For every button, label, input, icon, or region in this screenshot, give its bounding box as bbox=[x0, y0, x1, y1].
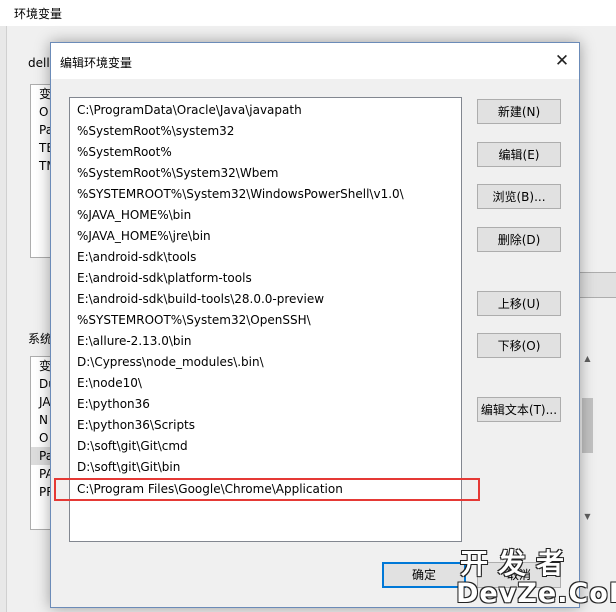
move-up-button[interactable]: 上移(U) bbox=[477, 291, 561, 316]
edit-text-button[interactable]: 编辑文本(T)... bbox=[477, 397, 561, 422]
path-list-item[interactable]: E:\node10\ bbox=[70, 373, 461, 394]
scrollbar-thumb[interactable] bbox=[582, 398, 593, 453]
path-list-item[interactable]: %SystemRoot% bbox=[70, 142, 461, 163]
path-list-item[interactable]: E:\allure-2.13.0\bin bbox=[70, 331, 461, 352]
edit-env-var-dialog: 编辑环境变量 ✕ C:\ProgramData\Oracle\Java\java… bbox=[50, 42, 580, 608]
path-list-item[interactable]: C:\ProgramData\Oracle\Java\javapath bbox=[70, 100, 461, 121]
path-list-item[interactable]: D:\soft\git\Git\cmd bbox=[70, 436, 461, 457]
move-down-button[interactable]: 下移(O) bbox=[477, 333, 561, 358]
parent-window-title: 环境变量 bbox=[14, 7, 63, 21]
edit-button[interactable]: 编辑(E) bbox=[477, 142, 561, 167]
parent-window-titlebar: 环境变量 bbox=[0, 0, 616, 26]
parent-window-edge bbox=[0, 26, 7, 612]
path-list-item[interactable]: E:\android-sdk\platform-tools bbox=[70, 268, 461, 289]
dialog-titlebar: 编辑环境变量 ✕ bbox=[51, 43, 579, 79]
delete-button[interactable]: 删除(D) bbox=[477, 227, 561, 252]
scroll-down-arrow-icon[interactable]: ▼ bbox=[582, 512, 593, 522]
scroll-up-arrow-icon[interactable]: ▲ bbox=[582, 354, 593, 364]
path-list-item[interactable]: E:\android-sdk\build-tools\28.0.0-previe… bbox=[70, 289, 461, 310]
path-list-item[interactable]: D:\soft\git\Git\bin bbox=[70, 457, 461, 478]
path-list-item[interactable]: %JAVA_HOME%\bin bbox=[70, 205, 461, 226]
parent-user-button[interactable] bbox=[576, 272, 616, 298]
watermark-logo: 开发者 DevZe.CoM bbox=[454, 542, 616, 612]
browse-button[interactable]: 浏览(B)... bbox=[477, 184, 561, 209]
watermark-cn-text: 开发者 bbox=[460, 547, 575, 580]
path-list-item[interactable]: %SystemRoot%\system32 bbox=[70, 121, 461, 142]
path-list[interactable]: C:\ProgramData\Oracle\Java\javapath %Syst… bbox=[54, 97, 480, 542]
path-list-item[interactable]: %SYSTEMROOT%\System32\OpenSSH\ bbox=[70, 310, 461, 331]
close-icon[interactable]: ✕ bbox=[551, 50, 573, 72]
dialog-title: 编辑环境变量 bbox=[60, 56, 133, 70]
user-vars-group-label: dell bbox=[26, 56, 52, 70]
path-list-item[interactable]: E:\python36 bbox=[70, 394, 461, 415]
system-vars-scrollbar[interactable]: ▲ ▼ bbox=[578, 350, 596, 528]
watermark-en-text: DevZe.CoM bbox=[456, 578, 616, 609]
path-list-item[interactable]: C:\Program Files\Google\Chrome\Applicati… bbox=[54, 478, 480, 501]
path-list-item[interactable]: E:\android-sdk\tools bbox=[70, 247, 461, 268]
path-list-item[interactable]: D:\Cypress\node_modules\.bin\ bbox=[70, 352, 461, 373]
path-list-item[interactable]: %SYSTEMROOT%\System32\WindowsPowerShell\… bbox=[70, 184, 461, 205]
path-list-item[interactable]: E:\python36\Scripts bbox=[70, 415, 461, 436]
path-list-item[interactable]: %JAVA_HOME%\jre\bin bbox=[70, 226, 461, 247]
path-list-item[interactable]: %SystemRoot%\System32\Wbem bbox=[70, 163, 461, 184]
new-button[interactable]: 新建(N) bbox=[477, 99, 561, 124]
